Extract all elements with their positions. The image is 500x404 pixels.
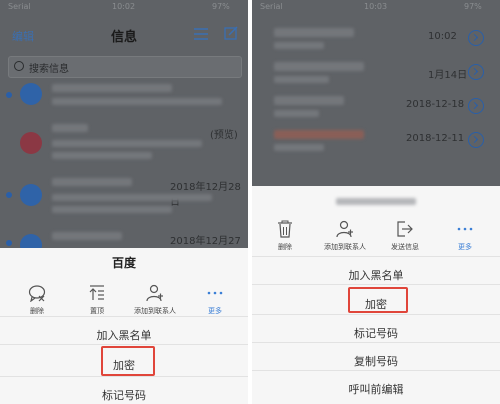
list-item-date: 10:02 <box>428 31 457 42</box>
status-bar: Serial 10:02 97% <box>0 0 248 14</box>
more-dots-icon <box>207 291 223 295</box>
highlight-box <box>348 287 408 313</box>
blurred-caller-detail <box>274 42 324 49</box>
action-label: 更多 <box>208 307 222 315</box>
blurred-caller-detail <box>274 76 329 83</box>
carrier-label: Serial <box>260 2 283 11</box>
list-item-date: (预览) <box>210 130 238 141</box>
blurred-preview <box>52 140 202 147</box>
blurred-preview <box>52 206 172 213</box>
action-label: 发送信息 <box>391 243 419 251</box>
send-message-icon <box>397 221 413 237</box>
info-chevron-icon[interactable] <box>468 132 484 148</box>
search-input[interactable]: 搜索信息 <box>8 56 242 78</box>
menu-item-copy-number[interactable]: 复制号码 <box>252 342 500 371</box>
add-contact-icon <box>146 284 163 302</box>
unread-dot <box>6 192 12 198</box>
menu-item-mark-number[interactable]: 标记号码 <box>252 314 500 343</box>
menu-item-label: 加入黑名单 <box>348 269 404 282</box>
more-dots-icon <box>457 227 473 231</box>
info-chevron-icon[interactable] <box>468 30 484 46</box>
unread-dot <box>6 240 12 246</box>
dimmed-call-list: Serial 10:03 97% 10:02 1月14日 2018-12-18 … <box>252 0 500 186</box>
menu-item-edit-before-call[interactable]: 呼叫前编辑 <box>252 370 500 399</box>
dimmed-message-list: Serial 10:02 97% 编辑 信息 搜索信息 (预览) 2018年12… <box>0 0 248 248</box>
battery-label: 97% <box>212 2 230 11</box>
time-label: 10:03 <box>364 2 388 11</box>
battery-label: 97% <box>464 2 482 11</box>
list-item-date: 2018-12-18 <box>406 99 465 110</box>
list-item-date: 2018年12月27日 <box>170 236 241 247</box>
menu-item-label: 复制号码 <box>354 355 398 368</box>
delete-action-button[interactable]: 删除 <box>254 220 316 260</box>
right-screenshot: Serial 10:03 97% 10:02 1月14日 2018-12-18 … <box>252 0 500 404</box>
list-item-date: 2018年12月28日 <box>170 182 241 208</box>
time-label: 10:02 <box>112 2 136 11</box>
action-label: 添加到联系人 <box>134 307 176 315</box>
list-item-date: 1月14日 <box>428 70 468 81</box>
menu-item-blacklist[interactable]: 加入黑名单 <box>252 256 500 285</box>
action-label: 删除 <box>278 243 292 251</box>
blurred-caller <box>274 96 344 105</box>
blurred-caller <box>274 28 354 37</box>
action-icon-row: 删除 添加到联系人 发送信息 更多 <box>252 220 500 260</box>
page-title: 信息 <box>110 30 137 45</box>
sheet-title: 百度 <box>111 256 136 270</box>
blurred-sheet-title <box>336 198 416 205</box>
blurred-preview <box>52 152 152 159</box>
menu-item-label: 加入黑名单 <box>96 329 152 342</box>
menu-item-label: 标记号码 <box>102 389 146 402</box>
menu-item-mark-number[interactable]: 标记号码 <box>0 376 248 404</box>
action-label: 置顶 <box>90 307 104 315</box>
message-avatar-icon <box>20 234 42 248</box>
filter-list-icon[interactable] <box>194 28 208 40</box>
add-contact-icon <box>336 220 353 238</box>
carrier-label: Serial <box>8 2 31 11</box>
compose-icon[interactable] <box>224 26 238 40</box>
message-avatar-icon <box>20 184 42 206</box>
search-icon <box>14 61 24 71</box>
action-label: 添加到联系人 <box>324 243 366 251</box>
blurred-caller-detail <box>274 144 324 151</box>
more-action-button[interactable]: 更多 <box>434 220 496 260</box>
highlight-box <box>101 346 155 376</box>
nav-bar: 编辑 信息 <box>0 20 248 50</box>
add-contact-action-button[interactable]: 添加到联系人 <box>314 220 376 260</box>
pin-top-icon <box>89 285 104 300</box>
blurred-preview <box>52 194 212 201</box>
search-placeholder: 搜索信息 <box>29 64 69 75</box>
menu-item-label: 呼叫前编辑 <box>348 383 404 396</box>
action-sheet: 百度 删除 置顶 添加到联系人 更多 加入黑名单 加密 标记号码 <box>0 248 248 404</box>
message-avatar-icon <box>20 83 42 105</box>
blurred-caller-detail <box>274 110 319 117</box>
action-label: 删除 <box>30 307 44 315</box>
blurred-caller <box>274 62 364 71</box>
blurred-sender <box>52 84 172 92</box>
unread-dot <box>6 92 12 98</box>
menu-item-blacklist[interactable]: 加入黑名单 <box>0 316 248 345</box>
menu-item-label: 标记号码 <box>354 327 398 340</box>
info-chevron-icon[interactable] <box>468 98 484 114</box>
status-bar: Serial 10:03 97% <box>252 0 500 14</box>
blurred-sender <box>52 124 88 132</box>
blurred-preview <box>52 98 222 105</box>
left-screenshot: Serial 10:02 97% 编辑 信息 搜索信息 (预览) 2018年12… <box>0 0 248 404</box>
info-chevron-icon[interactable] <box>468 64 484 80</box>
message-avatar-icon <box>20 132 42 154</box>
delete-bubble-icon <box>28 285 46 302</box>
blurred-sender <box>52 232 122 240</box>
action-label: 更多 <box>458 243 472 251</box>
trash-icon <box>278 220 292 238</box>
blurred-sender <box>52 178 132 186</box>
list-item-date: 2018-12-11 <box>406 133 465 144</box>
blurred-caller <box>274 130 364 139</box>
send-message-action-button[interactable]: 发送信息 <box>374 220 436 260</box>
